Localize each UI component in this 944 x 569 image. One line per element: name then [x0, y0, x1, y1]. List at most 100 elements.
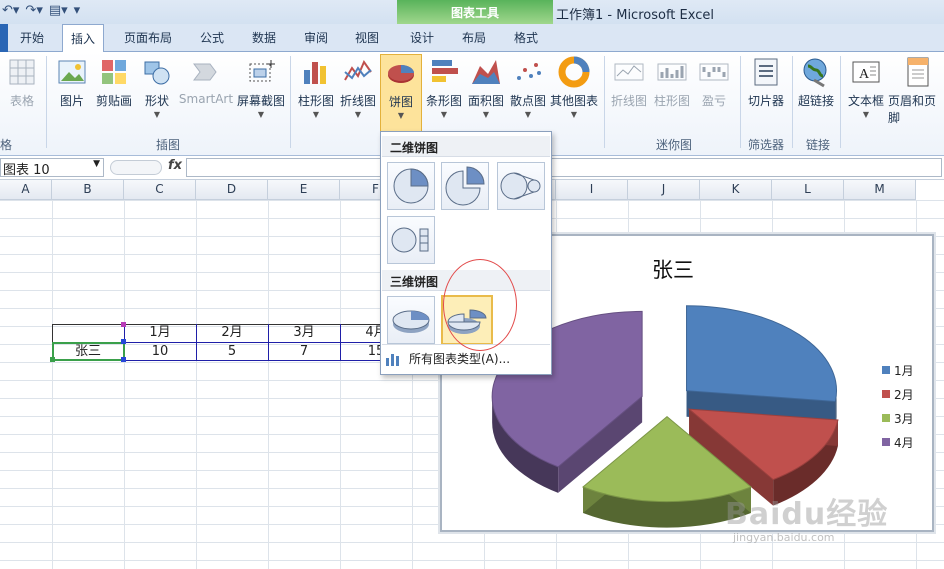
line-chart-button[interactable]: 折线图 ▼: [338, 56, 378, 119]
group-separator: [740, 56, 741, 148]
file-tab[interactable]: [0, 24, 8, 52]
sparkline-column-button[interactable]: 柱形图: [652, 56, 692, 109]
column-header-j[interactable]: J: [628, 180, 700, 200]
bar-of-pie-option[interactable]: [387, 216, 435, 264]
doughnut-chart-icon: [558, 56, 590, 88]
sparkline-column-icon: [657, 63, 687, 81]
table-button[interactable]: 表格: [2, 56, 42, 109]
selected-range-outline: [52, 342, 125, 361]
hyperlink-button[interactable]: 超链接: [796, 56, 836, 109]
chevron-down-icon[interactable]: ▼: [93, 159, 100, 169]
column-chart-icon: [304, 62, 326, 84]
screenshot-icon: [249, 60, 275, 82]
range-handle[interactable]: [121, 322, 126, 327]
slicer-button[interactable]: 切片器: [746, 56, 786, 109]
bar-chart-button[interactable]: 条形图 ▼: [424, 56, 464, 119]
chart-title[interactable]: 张三: [652, 254, 694, 284]
column-header-b[interactable]: B: [52, 180, 124, 200]
formula-input[interactable]: [186, 158, 942, 177]
column-header-k[interactable]: K: [700, 180, 772, 200]
tab-design[interactable]: 设计: [410, 29, 434, 46]
scatter-chart-button[interactable]: 散点图 ▼: [508, 56, 548, 119]
tab-formulas[interactable]: 公式: [200, 29, 224, 46]
customize-qat-icon[interactable]: ▾: [74, 3, 81, 18]
redo-icon[interactable]: ↷▾: [25, 3, 42, 18]
cell-c-header[interactable]: 1月: [124, 324, 196, 342]
pie-chart-button[interactable]: 饼图 ▼: [380, 54, 422, 132]
group-separator: [840, 56, 841, 148]
column-header-a[interactable]: A: [0, 180, 52, 200]
dropdown-arrow-icon: ▼: [482, 110, 490, 119]
shapes-icon: [144, 61, 170, 85]
column-header-i[interactable]: I: [556, 180, 628, 200]
pie-3d-option[interactable]: [387, 296, 435, 344]
screenshot-button[interactable]: 屏幕截图 ▼: [236, 56, 286, 119]
range-handle[interactable]: [121, 339, 126, 344]
dropdown-arrow-icon: ▼: [153, 110, 161, 119]
baidu-watermark-url: jingyan.baidu.com: [733, 531, 835, 544]
clipart-button[interactable]: 剪贴画: [94, 56, 134, 109]
pie-chart-icon: [388, 65, 414, 83]
picture-icon: [58, 60, 86, 84]
chart-legend[interactable]: 1月 2月 3月 4月: [882, 358, 914, 454]
cell-d-header[interactable]: 2月: [196, 324, 268, 342]
tab-home[interactable]: 开始: [20, 29, 44, 46]
print-preview-icon[interactable]: ▤▾: [49, 3, 68, 18]
tab-review[interactable]: 审阅: [304, 29, 328, 46]
area-chart-icon: [472, 60, 500, 84]
pie-of-pie-icon: [500, 172, 541, 200]
pie-slice-1月[interactable]: [686, 305, 838, 403]
textbox-icon: A: [852, 61, 880, 83]
name-box[interactable]: 图表 10 ▼: [0, 158, 104, 178]
range-handle[interactable]: [121, 357, 126, 362]
tab-insert[interactable]: 插入: [62, 24, 105, 53]
chart-tools-label: 图表工具: [450, 6, 499, 20]
baidu-watermark: Baidu经验: [725, 497, 889, 532]
tab-format[interactable]: 格式: [514, 29, 538, 46]
pie-of-pie-option[interactable]: [497, 162, 545, 210]
tab-page-layout[interactable]: 页面布局: [124, 29, 172, 46]
tab-view[interactable]: 视图: [355, 29, 379, 46]
exploded-pie-2d-option[interactable]: [441, 162, 489, 210]
tab-data[interactable]: 数据: [252, 29, 276, 46]
sparkline-line-button[interactable]: 折线图: [610, 56, 648, 109]
sparkline-winloss-icon: [699, 63, 729, 81]
smartart-button[interactable]: SmartArt: [178, 56, 234, 106]
textbox-button[interactable]: A 文本框 ▼: [846, 56, 886, 119]
header-footer-button[interactable]: 页眉和页脚: [888, 56, 944, 126]
tab-layout[interactable]: 布局: [462, 29, 486, 46]
dropdown-arrow-icon: ▼: [440, 110, 448, 119]
undo-icon[interactable]: ↶▾: [2, 3, 19, 18]
quick-access-toolbar: ↶▾ ↷▾ ▤▾ ▾: [2, 3, 80, 18]
insert-function-button[interactable]: fx: [168, 158, 182, 173]
range-handle[interactable]: [50, 357, 55, 362]
cell-c-data[interactable]: 10: [124, 343, 196, 361]
cell-e-header[interactable]: 3月: [268, 324, 340, 342]
all-chart-types-item[interactable]: 所有图表类型(A)...: [385, 350, 510, 367]
column-chart-button[interactable]: 柱形图 ▼: [296, 56, 336, 119]
cell-e-data[interactable]: 7: [268, 343, 340, 361]
column-header-m[interactable]: M: [844, 180, 916, 200]
group-separator: [290, 56, 291, 148]
column-header-c[interactable]: C: [124, 180, 196, 200]
globe-link-icon: [803, 58, 827, 88]
area-chart-button[interactable]: 面积图 ▼: [466, 56, 506, 119]
picture-button[interactable]: 图片: [54, 56, 90, 109]
column-header-e[interactable]: E: [268, 180, 340, 200]
scatter-chart-icon: [517, 63, 541, 80]
smartart-icon: [193, 63, 217, 81]
column-header-l[interactable]: L: [772, 180, 844, 200]
formula-bar-resize-handle[interactable]: [110, 160, 162, 175]
other-charts-button[interactable]: 其他图表 ▼: [548, 56, 600, 119]
pie-2d-option[interactable]: [387, 162, 435, 210]
line-chart-icon: [344, 59, 372, 81]
column-header-d[interactable]: D: [196, 180, 268, 200]
gallery-section-2d: 二维饼图: [382, 136, 550, 157]
shapes-button[interactable]: 形状 ▼: [140, 56, 174, 119]
legend-item: 4月: [882, 430, 914, 454]
group-label-filter: 筛选器: [748, 138, 785, 152]
dropdown-arrow-icon: ▼: [862, 110, 870, 119]
table-border: [52, 324, 412, 325]
sparkline-winloss-button[interactable]: 盈亏: [698, 56, 730, 109]
cell-d-data[interactable]: 5: [196, 343, 268, 361]
